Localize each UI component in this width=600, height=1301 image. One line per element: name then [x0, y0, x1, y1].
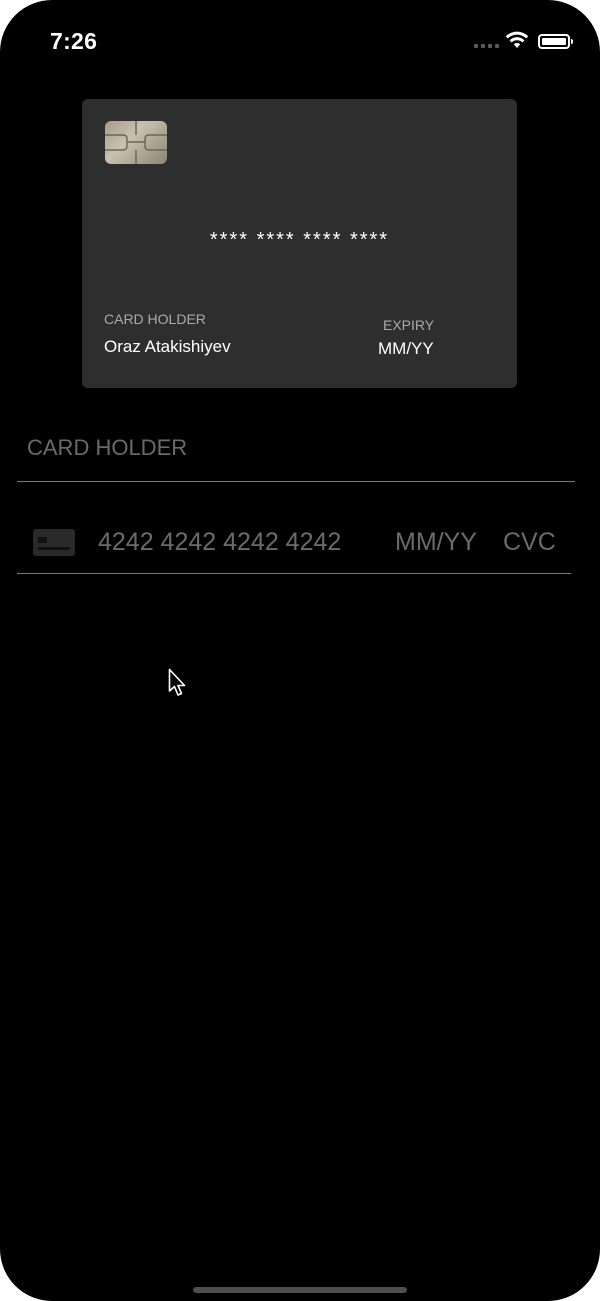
- battery-icon: [538, 34, 573, 49]
- status-time: 7:26: [50, 28, 98, 54]
- card-preview: **** **** **** **** CARD HOLDER Oraz Ata…: [82, 99, 517, 388]
- card-holder-label: CARD HOLDER: [104, 311, 206, 327]
- mouse-pointer-icon: [168, 668, 186, 696]
- card-number-input[interactable]: 4242 4242 4242 4242: [98, 528, 341, 557]
- device-notch: [133, 0, 467, 53]
- card-details-field[interactable]: 4242 4242 4242 4242 MM/YY CVC: [17, 510, 571, 574]
- cellular-signal-icon: [474, 44, 499, 48]
- card-number-masked: **** **** **** ****: [209, 229, 390, 251]
- phone-screen: 7:26 **** **** **** **** CARD HOLDER Ora…: [0, 0, 600, 1301]
- cvc-input[interactable]: CVC: [503, 528, 556, 557]
- home-indicator[interactable]: [193, 1287, 407, 1293]
- card-holder-field: [17, 428, 575, 482]
- card-holder-name: Oraz Atakishiyev: [104, 337, 231, 356]
- wifi-icon: [505, 31, 529, 48]
- credit-card-icon: [33, 529, 75, 556]
- expiry-value: MM/YY: [378, 339, 434, 358]
- card-chip-icon: [105, 121, 167, 164]
- card-holder-input[interactable]: [25, 434, 549, 462]
- expiry-input[interactable]: MM/YY: [395, 528, 477, 557]
- expiry-label: EXPIRY: [383, 317, 435, 333]
